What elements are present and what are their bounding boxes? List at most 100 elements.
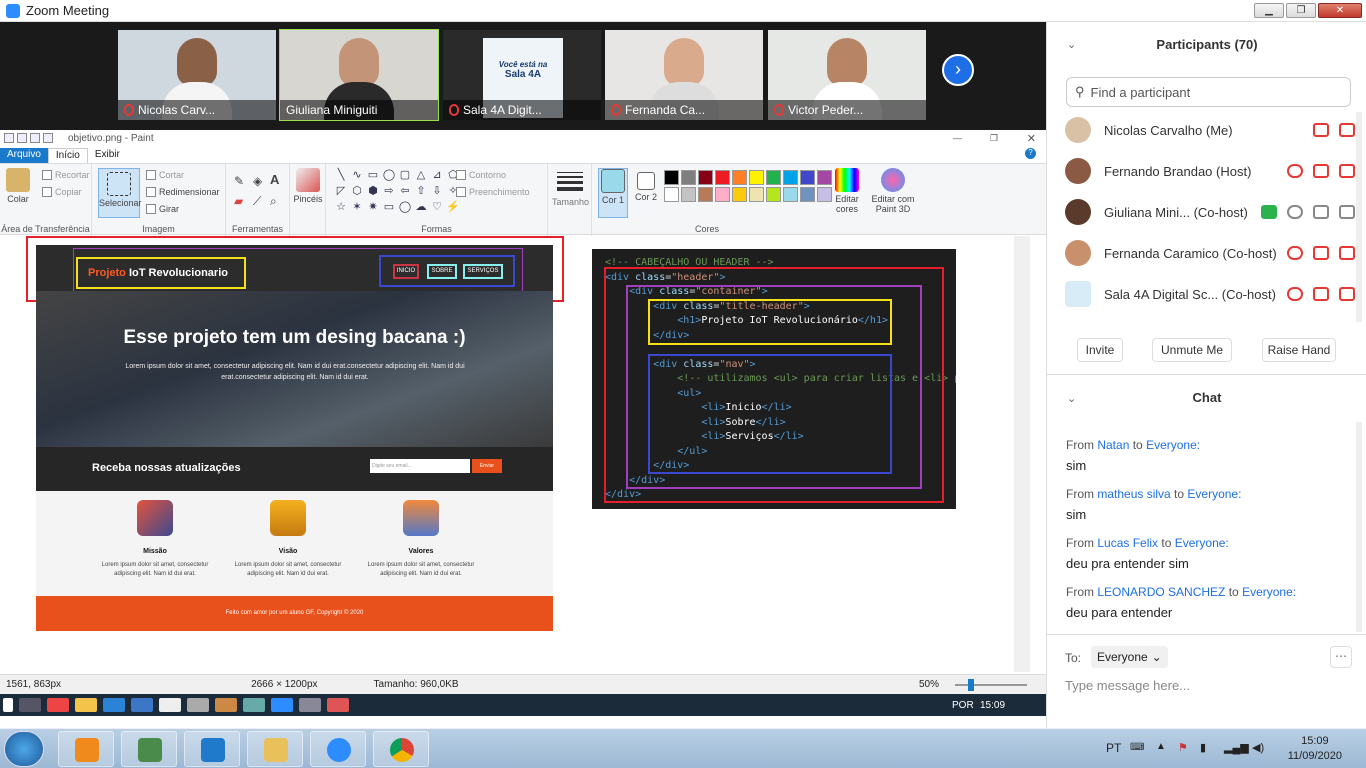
video-tile[interactable]: Fernanda Ca... [605, 30, 763, 120]
video-tile[interactable]: Você está na Sala 4A Sala 4A Digit... [443, 30, 601, 120]
participant-row[interactable]: Giuliana Mini... (Co-host) [1065, 197, 1355, 227]
palette-swatch[interactable] [749, 187, 764, 202]
palette-swatch[interactable] [749, 170, 764, 185]
signal-icon[interactable]: ▂▄▆ [1224, 741, 1249, 754]
app-icon[interactable] [327, 698, 349, 712]
palette-swatch[interactable] [715, 170, 730, 185]
copy-button[interactable]: Copiar [42, 187, 82, 197]
fill-icon[interactable]: ◈ [253, 174, 262, 188]
explorer-icon[interactable] [75, 698, 97, 712]
color1-button[interactable]: Cor 1 [598, 168, 628, 218]
text-icon[interactable]: A [270, 172, 279, 187]
palette-swatch[interactable] [766, 187, 781, 202]
keyboard-icon[interactable]: ⌨ [1130, 742, 1144, 753]
crop-button[interactable]: Cortar [146, 170, 184, 180]
palette-swatch[interactable] [766, 170, 781, 185]
chat-message-input[interactable]: Type message here... [1065, 678, 1190, 693]
palette-swatch[interactable] [715, 187, 730, 202]
paint-minimize-icon[interactable]: — [953, 133, 962, 143]
brushes-button[interactable]: Pincéis [292, 168, 324, 204]
participant-row[interactable]: Fernando Brandao (Host) [1065, 156, 1355, 186]
canvas-vertical-scrollbar[interactable] [1014, 236, 1030, 672]
taskbar-zoom[interactable] [310, 731, 366, 767]
tab-arquivo[interactable]: Arquivo [0, 148, 48, 163]
rotate-button[interactable]: Girar [146, 204, 179, 214]
paint-icon[interactable] [299, 698, 321, 712]
zoom-slider[interactable] [955, 684, 1027, 686]
app-icon[interactable] [131, 698, 153, 712]
palette-swatch[interactable] [783, 170, 798, 185]
pencil-icon[interactable]: ✎ [234, 174, 244, 188]
next-page-icon[interactable]: › [942, 54, 974, 86]
search-icon[interactable] [19, 698, 41, 712]
paint3d-button[interactable]: Editar com Paint 3D [870, 168, 916, 214]
palette-swatch[interactable] [732, 187, 747, 202]
maximize-button[interactable]: ❐ [1286, 3, 1316, 18]
recipient-dropdown[interactable]: Everyone ⌄ [1091, 646, 1168, 668]
paint-canvas[interactable]: Projeto IoT Revolucionario INICIO SOBRE … [0, 236, 1030, 672]
shapes-gallery[interactable]: ╲ ∿ ▭ ◯ ▢ △ ⊿ ⬠ ◸ ⬡ ⬢ ⇨ ⇦ ⇧ ⇩ ✧ ☆ ✶ ✷ ▭ ◯ ☁ ♡ ⚡ [334, 168, 460, 214]
invite-button[interactable]: Invite [1077, 338, 1123, 362]
more-options-icon[interactable]: ⋯ [1330, 646, 1352, 668]
eraser-icon[interactable]: ▰ [234, 194, 243, 208]
zoom-icon[interactable] [271, 698, 293, 712]
palette-swatch[interactable] [732, 170, 747, 185]
palette-swatch[interactable] [681, 170, 696, 185]
video-tile[interactable]: Victor Peder... [768, 30, 926, 120]
paint-close-icon[interactable]: ✕ [1027, 132, 1036, 145]
redo-icon[interactable] [43, 133, 53, 143]
participant-row[interactable]: Fernanda Caramico (Co-host) [1065, 238, 1355, 268]
vscode-icon[interactable] [103, 698, 125, 712]
powerpoint-icon[interactable] [215, 698, 237, 712]
app-icon[interactable] [187, 698, 209, 712]
network-warning-icon[interactable]: ⚑ [1178, 741, 1188, 754]
unmute-me-button[interactable]: Unmute Me [1152, 338, 1232, 362]
taskbar-explorer[interactable] [247, 731, 303, 767]
taskbar-media-player[interactable] [58, 731, 114, 767]
power-icon[interactable]: ▮ [1200, 741, 1206, 754]
paint-restore-icon[interactable]: ❐ [990, 133, 998, 144]
color2-button[interactable]: Cor 2 [632, 168, 660, 202]
undo-icon[interactable] [30, 133, 40, 143]
palette-swatch[interactable] [800, 170, 815, 185]
cut-button[interactable]: Recortar [42, 170, 90, 180]
chrome-icon[interactable] [47, 698, 69, 712]
palette-swatch[interactable] [664, 170, 679, 185]
start-icon[interactable] [3, 698, 13, 712]
volume-icon[interactable]: ◀) [1252, 741, 1264, 754]
color-picker-icon[interactable]: ⟋ [253, 194, 261, 209]
save-icon[interactable] [17, 133, 27, 143]
palette-swatch[interactable] [783, 187, 798, 202]
paste-button[interactable]: Colar [6, 168, 30, 204]
participants-scrollbar[interactable] [1356, 112, 1362, 322]
app-icon[interactable] [243, 698, 265, 712]
magnifier-icon[interactable]: ⌕ [270, 194, 277, 209]
participant-row[interactable]: Nicolas Carvalho (Me) [1065, 115, 1355, 145]
tab-exibir[interactable]: Exibir [88, 148, 127, 163]
palette-swatch[interactable] [698, 170, 713, 185]
taskbar-app[interactable] [121, 731, 177, 767]
raise-hand-button[interactable]: Raise Hand [1262, 338, 1336, 362]
size-button[interactable]: Tamanho [552, 168, 589, 207]
palette-swatch[interactable] [681, 187, 696, 202]
video-tile-active-speaker[interactable]: Giuliana Miniguiti [279, 29, 439, 121]
fill-dropdown[interactable]: Preenchimento [456, 187, 530, 197]
resize-button[interactable]: Redimensionar [146, 187, 220, 197]
palette-swatch[interactable] [664, 187, 679, 202]
palette-swatch[interactable] [800, 187, 815, 202]
start-button[interactable] [4, 731, 44, 767]
taskbar-chrome[interactable] [373, 731, 429, 767]
select-button[interactable]: Selecionar [98, 168, 142, 218]
language-indicator[interactable]: PT [1106, 741, 1121, 755]
color-palette[interactable] [664, 170, 832, 202]
notepad-icon[interactable] [159, 698, 181, 712]
tray-expand-icon[interactable]: ▲ [1156, 741, 1166, 752]
tab-inicio[interactable]: Início [47, 148, 88, 163]
participant-search-input[interactable]: ⚲ Find a participant [1066, 77, 1351, 107]
participant-row[interactable]: Sala 4A Digital Sc... (Co-host) [1065, 279, 1355, 309]
edit-colors-button[interactable]: Editar cores [830, 168, 864, 214]
zoom-slider-thumb[interactable] [968, 679, 974, 691]
video-tile[interactable]: Nicolas Carv... [118, 30, 276, 120]
outline-dropdown[interactable]: Contorno [456, 170, 506, 180]
chat-scrollbar[interactable] [1356, 422, 1362, 632]
